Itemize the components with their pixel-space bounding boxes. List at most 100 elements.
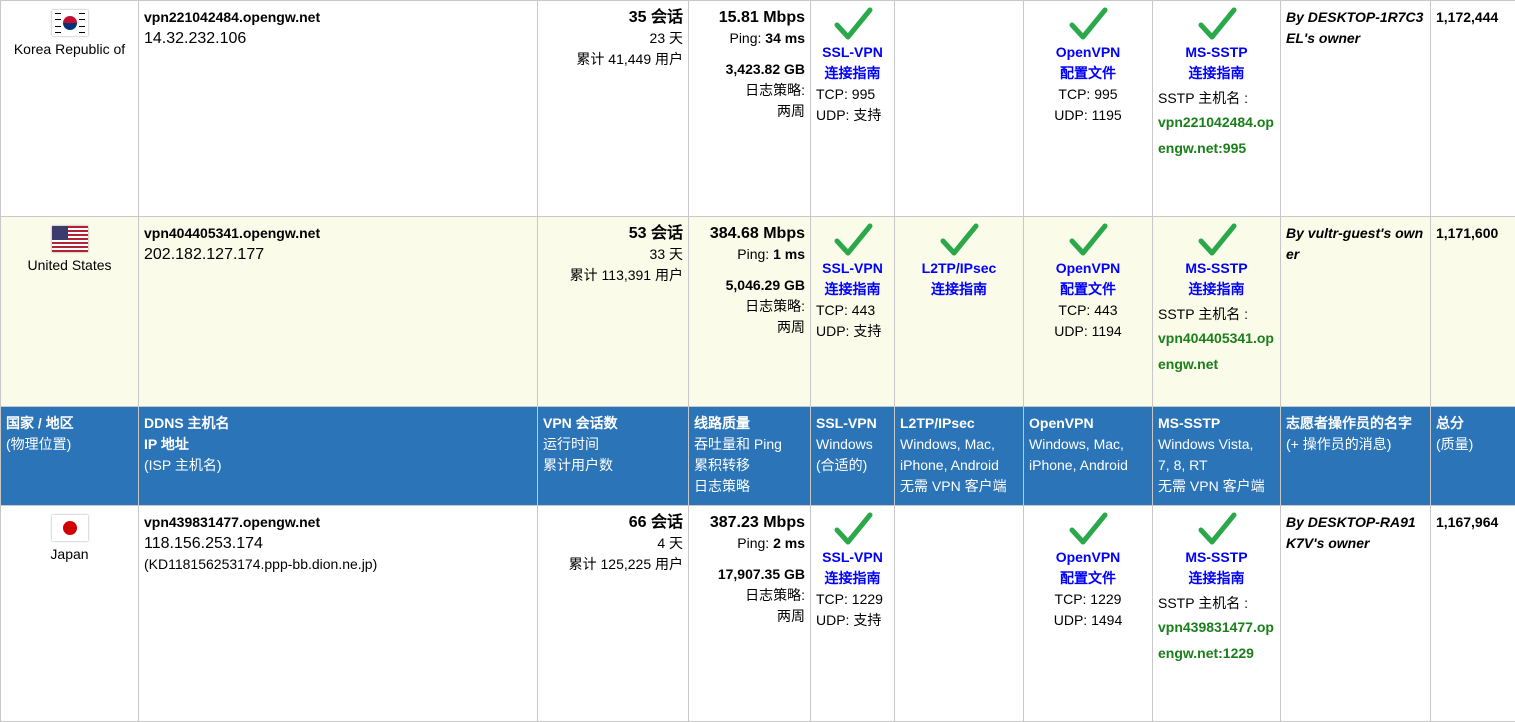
sessions-cell: 35 会话 23 天 累计 41,449 用户 [538,1,689,217]
sstp-link[interactable]: MS-SSTP [1158,42,1275,63]
header-country-sub: (物理位置) [6,434,133,455]
quality-cell: 15.81 Mbps Ping: 34 ms 3,423.82 GB 日志策略:… [689,1,811,217]
ping: Ping: 1 ms [694,244,805,265]
table-header-row: 国家 / 地区 (物理位置) DDNS 主机名 IP 地址 (ISP 主机名) … [1,407,1515,506]
l2tp-guide-link[interactable]: 连接指南 [900,279,1018,300]
header-openvpn: OpenVPN Windows, Mac, iPhone, Android [1024,407,1153,506]
total-users: 累计 41,449 用户 [543,49,683,70]
openvpn-udp: UDP: 1494 [1029,610,1147,631]
log-policy-value: 两周 [694,606,805,627]
header-score: 总分 (质量) [1431,407,1515,506]
sstp-guide-link[interactable]: 连接指南 [1158,279,1275,300]
uptime: 33 天 [543,244,683,265]
transfer: 3,423.82 GB [694,59,805,80]
session-count: 53 会话 [543,223,683,244]
isp-hostname: (KD118156253174.ppp-bb.dion.ne.jp) [144,554,532,575]
header-l2tp-note: 无需 VPN 客户端 [900,476,1018,497]
openvpn-config-link[interactable]: 配置文件 [1029,279,1147,300]
ddns-hostname: vpn404405341.opengw.net [144,223,532,244]
openvpn-link[interactable]: OpenVPN [1029,547,1147,568]
log-policy-value: 两周 [694,101,805,122]
ping-label: Ping: [737,535,773,551]
ping: Ping: 34 ms [694,28,805,49]
ping-label: Ping: [729,30,765,46]
header-throughput: 吞吐量和 Ping [694,434,805,455]
owner-cell: By DESKTOP-RA91K7V's owner [1281,506,1431,722]
sslvpn-guide-link[interactable]: 连接指南 [816,279,889,300]
country-name: Korea Republic of [14,41,125,57]
sstp-guide-link[interactable]: 连接指南 [1158,568,1275,589]
score: 1,172,444 [1436,7,1510,28]
ip-address: 202.182.127.177 [144,244,532,265]
l2tp-link[interactable]: L2TP/IPsec [900,258,1018,279]
openvpn-config-link[interactable]: 配置文件 [1029,568,1147,589]
header-openvpn-os2: iPhone, Android [1029,455,1147,476]
score-cell: 1,171,600 [1431,217,1515,407]
quality-cell: 384.68 Mbps Ping: 1 ms 5,046.29 GB 日志策略:… [689,217,811,407]
openvpn-cell: OpenVPN 配置文件 TCP: 1229 UDP: 1494 [1024,506,1153,722]
openvpn-cell: OpenVPN 配置文件 TCP: 995 UDP: 1195 [1024,1,1153,217]
sslvpn-guide-link[interactable]: 连接指南 [816,63,889,84]
header-country: 国家 / 地区 (物理位置) [1,407,139,506]
header-l2tp-os1: Windows, Mac, [900,434,1018,455]
quality-cell: 387.23 Mbps Ping: 2 ms 17,907.35 GB 日志策略… [689,506,811,722]
check-icon [1197,223,1237,257]
check-icon [833,512,873,546]
ping: Ping: 2 ms [694,533,805,554]
country-cell: Korea Republic of [1,1,139,217]
log-policy-label: 日志策略: [694,80,805,101]
country-cell: United States [1,217,139,407]
sslvpn-link[interactable]: SSL-VPN [816,258,889,279]
sstp-link[interactable]: MS-SSTP [1158,258,1275,279]
sstp-link[interactable]: MS-SSTP [1158,547,1275,568]
openvpn-link[interactable]: OpenVPN [1029,258,1147,279]
openvpn-link[interactable]: OpenVPN [1029,42,1147,63]
country-name: Japan [50,546,88,562]
openvpn-tcp: TCP: 995 [1029,84,1147,105]
sslvpn-link[interactable]: SSL-VPN [816,42,889,63]
sslvpn-guide-link[interactable]: 连接指南 [816,568,889,589]
sslvpn-cell: SSL-VPN 连接指南 TCP: 1229 UDP: 支持 [811,506,895,722]
ddns-cell: vpn404405341.opengw.net 202.182.127.177 [139,217,538,407]
sstp-cell: MS-SSTP 连接指南 SSTP 主机名 : vpn221042484.ope… [1153,1,1281,217]
header-sstp-os2: 7, 8, RT [1158,455,1275,476]
log-policy-label: 日志策略: [694,296,805,317]
header-sessions: VPN 会话数 运行时间 累计用户数 [538,407,689,506]
sstp-guide-link[interactable]: 连接指南 [1158,63,1275,84]
header-isp-sub: (ISP 主机名) [144,455,532,476]
ping-value: 2 ms [773,535,805,551]
header-sslvpn: SSL-VPN Windows (合适的) [811,407,895,506]
session-count: 66 会话 [543,512,683,533]
header-uptime: 运行时间 [543,434,683,455]
log-policy-label: 日志策略: [694,585,805,606]
total-users: 累计 125,225 用户 [543,554,683,575]
ddns-hostname: vpn439831477.opengw.net [144,512,532,533]
uptime: 4 天 [543,533,683,554]
owner-cell: By DESKTOP-1R7C3EL's owner [1281,1,1431,217]
check-icon [1068,7,1108,41]
check-icon [939,223,979,257]
check-icon [833,223,873,257]
sslvpn-tcp: TCP: 443 [816,300,889,321]
throughput: 387.23 Mbps [694,512,805,533]
ping-label: Ping: [737,246,773,262]
header-ddns: DDNS 主机名 IP 地址 (ISP 主机名) [139,407,538,506]
throughput: 384.68 Mbps [694,223,805,244]
openvpn-tcp: TCP: 1229 [1029,589,1147,610]
sstp-host-label: SSTP 主机名 : [1158,304,1275,325]
openvpn-config-link[interactable]: 配置文件 [1029,63,1147,84]
header-sstp-note: 无需 VPN 客户端 [1158,476,1275,497]
header-score-title: 总分 [1436,413,1510,434]
header-owner-sub: (+ 操作员的消息) [1286,434,1425,455]
ddns-cell: vpn221042484.opengw.net 14.32.232.106 [139,1,538,217]
openvpn-udp: UDP: 1194 [1029,321,1147,342]
total-users: 累计 113,391 用户 [543,265,683,286]
sslvpn-link[interactable]: SSL-VPN [816,547,889,568]
header-sstp-title: MS-SSTP [1158,413,1275,434]
header-sslvpn-note: (合适的) [816,455,889,476]
score: 1,171,600 [1436,223,1510,244]
header-ddns-title: DDNS 主机名 [144,413,532,434]
ip-address: 118.156.253.174 [144,533,532,554]
header-sstp-os1: Windows Vista, [1158,434,1275,455]
score-cell: 1,172,444 [1431,1,1515,217]
